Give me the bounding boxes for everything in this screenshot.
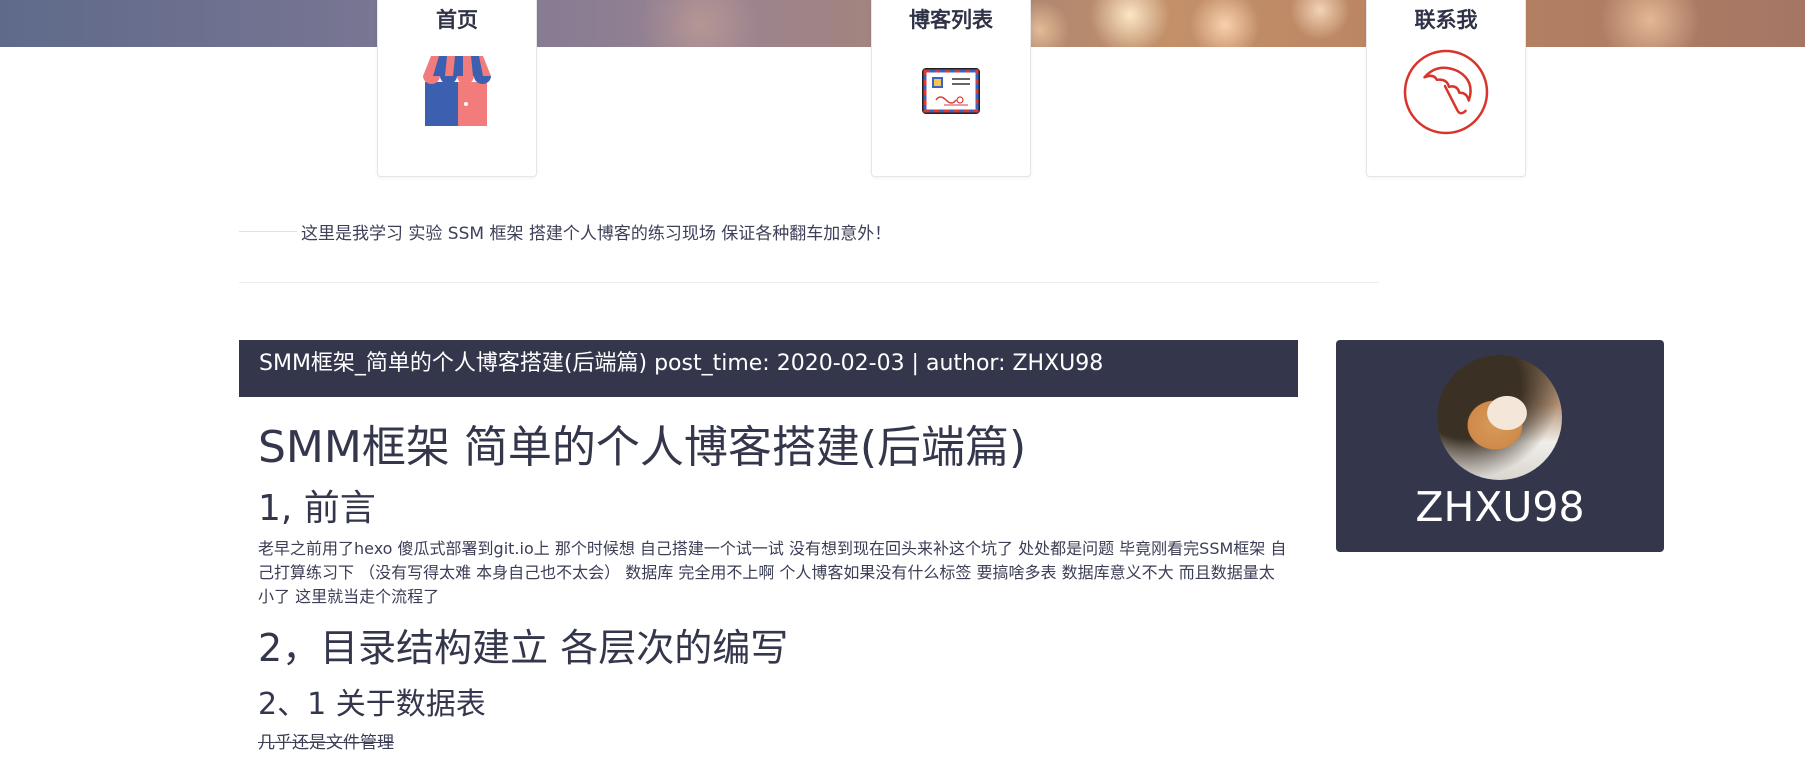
nav-home[interactable]: 首页 [377,0,537,177]
nav-contact-label: 联系我 [1414,8,1478,32]
postcard-icon [872,68,1030,118]
intro-banner: 这里是我学习 实验 SSM 框架 搭建个人博客的练习现场 保证各种翻车加意外！ [239,219,1379,244]
nav-blog-list[interactable]: 博客列表 [871,0,1031,177]
profile-name: ZHXU98 [1415,483,1585,531]
post-content: SMM框架 简单的个人博客搭建(后端篇) 1, 前言 老早之前用了hexo 傻瓜… [258,405,1288,776]
section-heading-preface: 1, 前言 [258,488,376,529]
subsection-paragraph-tables: 几乎还是文件管理 [258,733,394,753]
umbrella-icon [1367,48,1525,140]
nav-blog-list-label: 博客列表 [909,8,993,32]
profile-card: ZHXU98 [1336,340,1664,552]
section-divider [239,282,1379,283]
avatar [1437,355,1562,480]
shop-icon [378,52,536,136]
nav-home-label: 首页 [436,8,478,32]
section-heading-structure: 2，目录结构建立 各层次的编写 [258,626,789,670]
intro-text: 这里是我学习 实验 SSM 框架 搭建个人博客的练习现场 保证各种翻车加意外！ [301,223,892,244]
subsection-heading-tables: 2、1 关于数据表 [258,687,486,722]
intro-divider [239,230,297,232]
nav-contact[interactable]: 联系我 [1366,0,1526,177]
post-header[interactable]: SMM框架_简单的个人博客搭建(后端篇) post_time: 2020-02-… [239,340,1298,397]
section-paragraph-preface: 老早之前用了hexo 傻瓜式部署到git.io上 那个时候想 自己搭建一个试一试… [258,539,1287,606]
post-title: SMM框架 简单的个人博客搭建(后端篇) [258,422,1027,473]
